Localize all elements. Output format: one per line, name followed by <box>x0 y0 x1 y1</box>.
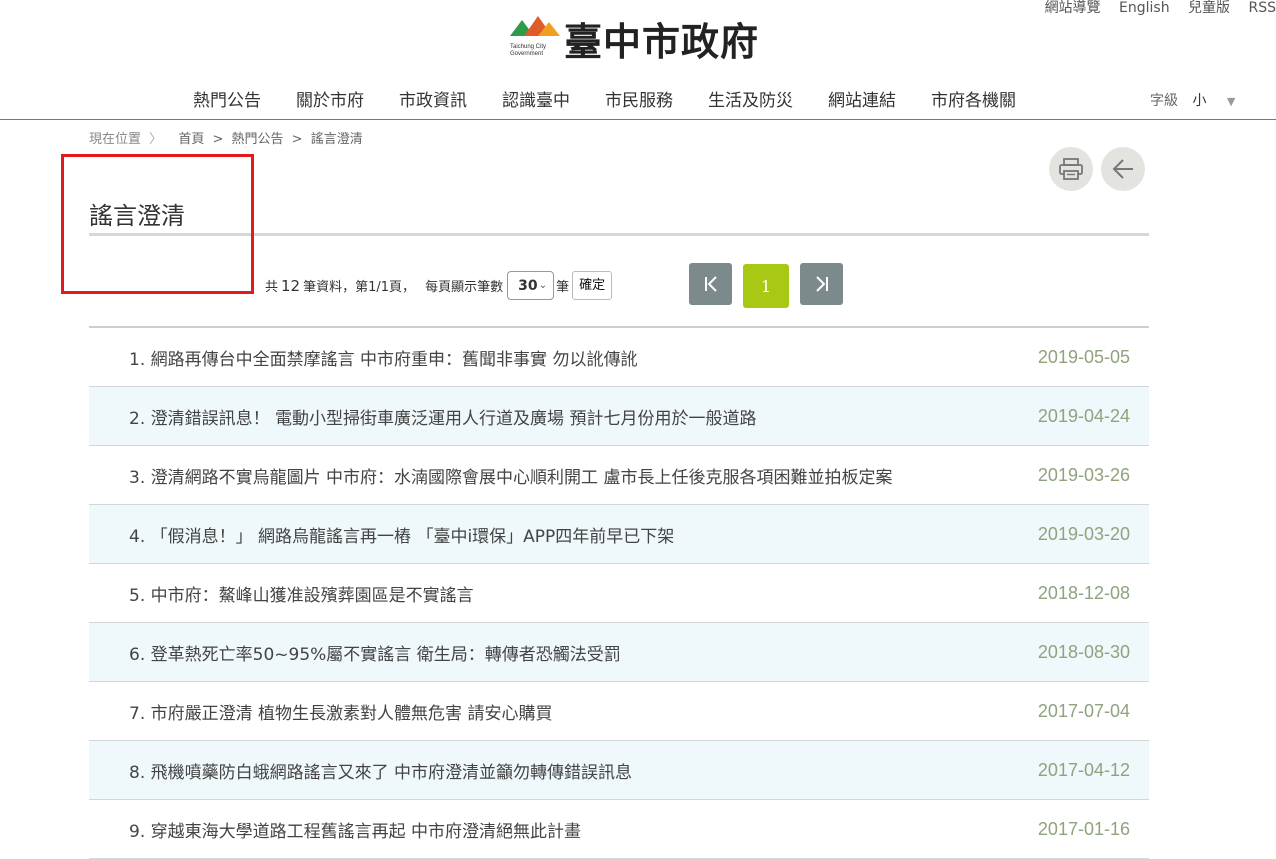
main-nav: 熱門公告 關於市府 市政資訊 認識臺中 市民服務 生活及防災 網站連結 市府各機… <box>193 86 1051 111</box>
site-logo[interactable]: Taichung City Government 臺中市政府 <box>508 10 759 66</box>
font-size-selector[interactable]: 字級 小 ▼ <box>1150 90 1235 110</box>
list-item[interactable]: 4. 「假消息！」 網路烏龍謠言再一樁 「臺中i環保」APP四年前早已下架 20… <box>89 505 1149 564</box>
nav-item-agencies[interactable]: 市府各機關 <box>931 86 1016 111</box>
breadcrumb-separator: > <box>212 132 224 147</box>
item-title[interactable]: 飛機噴藥防白蛾網路謠言又來了 中市府澄清並籲勿轉傳錯誤訊息 <box>151 763 632 783</box>
item-number: 5. <box>129 585 146 606</box>
item-date: 2019-03-20 <box>1037 523 1130 544</box>
rss-link[interactable]: RSS <box>1248 0 1276 16</box>
logo-text: 臺中市政府 <box>564 18 760 64</box>
item-date: 2018-08-30 <box>1037 641 1130 662</box>
list-item[interactable]: 2. 澄清錯誤訊息！ 電動小型掃街車廣泛運用人行道及廣場 預計七月份用於一般道路… <box>89 387 1149 446</box>
print-button[interactable] <box>1049 147 1093 191</box>
kids-version-link[interactable]: 兒童版 <box>1188 0 1230 16</box>
breadcrumb-announcements[interactable]: 熱門公告 <box>232 132 284 147</box>
breadcrumb-current-label: 現在位置 <box>89 132 142 147</box>
records-text: 筆資料，第 <box>303 280 369 295</box>
item-date: 2019-04-24 <box>1037 405 1130 426</box>
item-number: 4. <box>129 526 146 547</box>
breadcrumb-separator: > <box>291 132 303 147</box>
arrow-left-icon <box>1112 159 1133 179</box>
item-title[interactable]: 澄清錯誤訊息！ 電動小型掃街車廣泛運用人行道及廣場 預計七月份用於一般道路 <box>151 409 757 429</box>
item-title[interactable]: 登革熱死亡率50~95%屬不實謠言 衛生局：轉傳者恐觸法受罰 <box>151 645 621 665</box>
item-title[interactable]: 穿越東海大學道路工程舊謠言再起 中市府澄清絕無此計畫 <box>151 822 581 842</box>
item-number: 6. <box>129 644 146 665</box>
list-item[interactable]: 9. 穿越東海大學道路工程舊謠言再起 中市府澄清絕無此計畫 2017-01-16 <box>89 800 1149 859</box>
breadcrumb: 現在位置 〉 首頁 > 熱門公告 > 謠言澄清 <box>89 128 363 147</box>
per-page-unit: 筆 <box>556 280 570 295</box>
first-page-icon <box>704 276 717 292</box>
list-item[interactable]: 5. 中市府：鰲峰山獲准設殯葬園區是不實謠言 2018-12-08 <box>89 564 1149 623</box>
announcement-list: 1. 網路再傳台中全面禁摩謠言 中市府重申：舊聞非事實 勿以訛傳訛 2019-0… <box>89 326 1149 859</box>
item-date: 2017-01-16 <box>1037 818 1130 839</box>
printer-icon <box>1059 158 1083 180</box>
breadcrumb-rumor-clarification[interactable]: 謠言澄清 <box>311 132 363 147</box>
taichung-logo-icon: Taichung City Government <box>508 14 562 62</box>
nav-divider <box>0 119 1276 120</box>
back-button[interactable] <box>1101 147 1145 191</box>
item-date: 2019-03-26 <box>1037 464 1130 485</box>
per-page-value: 30 <box>518 277 538 294</box>
english-link[interactable]: English <box>1119 0 1170 16</box>
item-date: 2017-04-12 <box>1037 759 1130 780</box>
list-item[interactable]: 3. 澄清網路不實烏龍圖片 中市府：水湳國際會展中心順利開工 盧市長上任後克服各… <box>89 446 1149 505</box>
last-page-icon <box>815 276 828 292</box>
total-count: 12 <box>281 276 301 295</box>
list-item[interactable]: 8. 飛機噴藥防白蛾網路謠言又來了 中市府澄清並籲勿轉傳錯誤訊息 2017-04… <box>89 741 1149 800</box>
sitemap-link[interactable]: 網站導覽 <box>1045 0 1101 16</box>
item-number: 3. <box>129 467 146 488</box>
page-fraction: 1/1頁， <box>368 280 416 295</box>
item-title[interactable]: 網路再傳台中全面禁摩謠言 中市府重申：舊聞非事實 勿以訛傳訛 <box>151 350 638 370</box>
nav-item-about[interactable]: 關於市府 <box>296 86 364 111</box>
confirm-button[interactable]: 確定 <box>572 271 613 300</box>
item-title[interactable]: 市府嚴正澄清 植物生長激素對人體無危害 請安心購買 <box>151 704 553 724</box>
pager-info: 共 12 筆資料，第 1/1頁， 每頁顯示筆數 30 ⌄ 筆 確定 <box>265 271 613 300</box>
nav-item-announcements[interactable]: 熱門公告 <box>193 86 261 111</box>
list-item[interactable]: 1. 網路再傳台中全面禁摩謠言 中市府重申：舊聞非事實 勿以訛傳訛 2019-0… <box>89 328 1149 387</box>
item-title[interactable]: 中市府：鰲峰山獲准設殯葬園區是不實謠言 <box>151 586 474 606</box>
list-item[interactable]: 7. 市府嚴正澄清 植物生長激素對人體無危害 請安心購買 2017-07-04 <box>89 682 1149 741</box>
per-page-label: 每頁顯示筆數 <box>425 280 504 295</box>
item-date: 2017-07-04 <box>1037 700 1130 721</box>
item-number: 1. <box>129 349 146 370</box>
item-date: 2018-12-08 <box>1037 582 1130 603</box>
breadcrumb-home[interactable]: 首頁 <box>178 132 204 147</box>
item-number: 8. <box>129 762 146 783</box>
list-item[interactable]: 6. 登革熱死亡率50~95%屬不實謠言 衛生局：轉傳者恐觸法受罰 2018-0… <box>89 623 1149 682</box>
item-title[interactable]: 澄清網路不實烏龍圖片 中市府：水湳國際會展中心順利開工 盧市長上任後克服各項困難… <box>151 468 893 488</box>
item-number: 7. <box>129 703 146 724</box>
font-size-label: 字級 <box>1150 93 1178 109</box>
nav-item-discover[interactable]: 認識臺中 <box>502 86 570 111</box>
item-date: 2019-05-05 <box>1037 346 1130 367</box>
nav-item-citizen-services[interactable]: 市民服務 <box>605 86 673 111</box>
last-page-button[interactable] <box>800 263 843 305</box>
chevron-down-icon: ▼ <box>1226 95 1236 108</box>
item-title[interactable]: 「假消息！」 網路烏龍謠言再一樁 「臺中i環保」APP四年前早已下架 <box>151 527 675 547</box>
nav-item-life-disaster[interactable]: 生活及防災 <box>708 86 793 111</box>
chevron-right-icon: 〉 <box>149 132 163 147</box>
item-number: 2. <box>129 408 146 429</box>
font-size-value: 小 <box>1192 93 1207 109</box>
nav-item-links[interactable]: 網站連結 <box>828 86 896 111</box>
first-page-button[interactable] <box>689 263 732 305</box>
nav-item-municipal-info[interactable]: 市政資訊 <box>399 86 467 111</box>
chevron-down-icon: ⌄ <box>538 280 548 291</box>
current-page-button[interactable]: 1 <box>743 264 789 308</box>
highlight-box <box>61 154 254 294</box>
top-utility-links: 網站導覽 English 兒童版 RSS <box>1031 0 1276 17</box>
logo-caption-line1: Taichung City <box>510 44 547 50</box>
item-number: 9. <box>129 821 146 842</box>
pager-prefix: 共 <box>265 280 279 295</box>
per-page-select[interactable]: 30 ⌄ <box>507 271 555 300</box>
logo-caption-line2: Government <box>510 51 544 57</box>
